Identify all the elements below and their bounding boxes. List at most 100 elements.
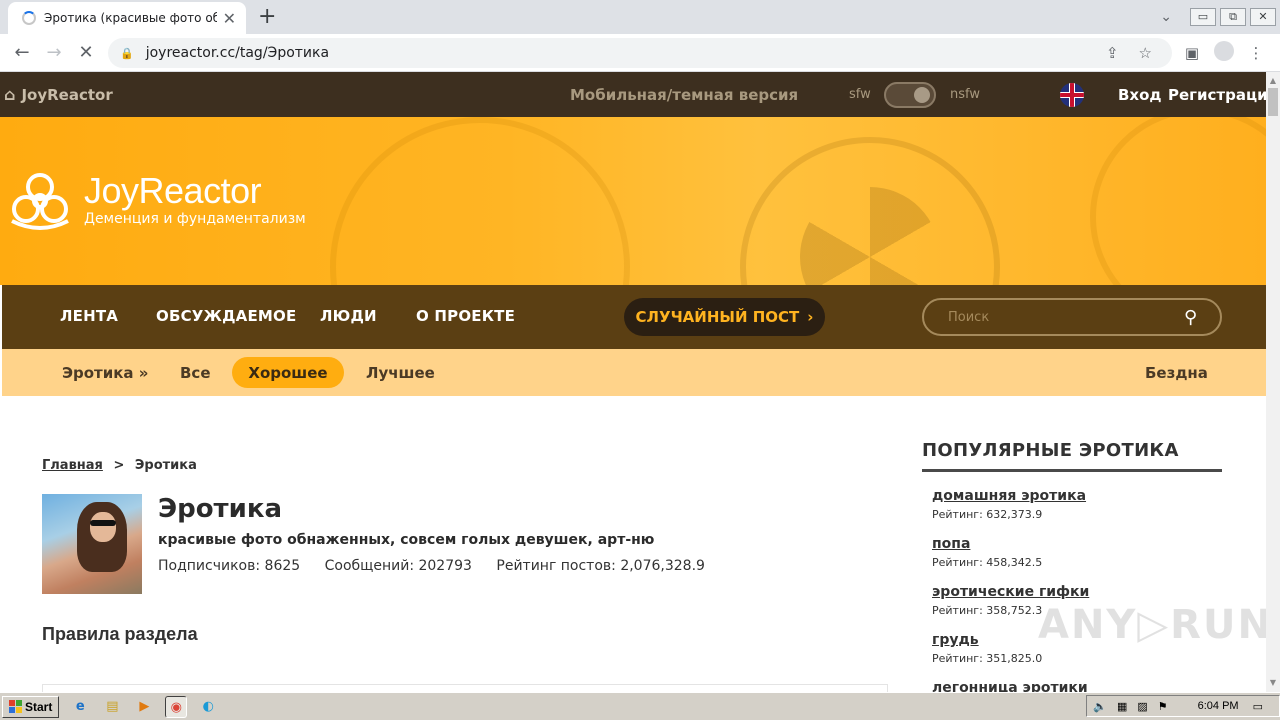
scroll-thumb[interactable] — [1268, 88, 1278, 116]
register-link[interactable]: Регистрация — [1168, 86, 1266, 104]
banner-decoration — [330, 117, 630, 285]
media-player-icon[interactable]: ▶ — [133, 696, 155, 718]
subnav-best[interactable]: Лучшее — [366, 364, 435, 382]
popular-tag-link[interactable]: эротические гифки — [932, 584, 1222, 600]
flag-icon[interactable]: ⚑ — [1158, 700, 1168, 713]
messages-count: Сообщений: 202793 — [324, 558, 472, 574]
popular-tag-rating: Рейтинг: 632,373.9 — [932, 508, 1043, 521]
tab-title: Эротика (красивые фото обнажен — [44, 11, 217, 25]
nav-discussed[interactable]: ОБСУЖДАЕМОЕ — [156, 307, 296, 325]
nav-people[interactable]: ЛЮДИ — [320, 307, 377, 325]
breadcrumb-home[interactable]: Главная — [42, 458, 103, 473]
subnav-tag[interactable]: Эротика » — [62, 364, 148, 382]
sidebar-title: ПОПУЛЯРНЫЕ ЭРОТИКА — [922, 440, 1222, 472]
rules-title: Правила раздела — [42, 624, 198, 644]
list-item: попа Рейтинг: 458,342.5 — [932, 536, 1222, 584]
start-label: Start — [25, 699, 53, 714]
rules-box — [42, 684, 888, 692]
nsfw-label: nsfw — [950, 87, 980, 102]
sfw-label: sfw — [849, 87, 871, 102]
volume-icon[interactable]: 🔈 — [1093, 700, 1107, 713]
system-tray: 🔈 ▦ ▨ ⚑ 6:04 PM ▭ — [1086, 695, 1280, 717]
side-panel-icon[interactable]: ▣ — [1176, 44, 1208, 62]
ie-icon[interactable]: e — [69, 696, 91, 718]
start-button[interactable]: Start — [2, 695, 60, 718]
tab-search-icon[interactable]: ⌄ — [1160, 9, 1172, 25]
nav-feed[interactable]: ЛЕНТА — [60, 307, 118, 325]
folder-icon[interactable]: ▤ — [101, 696, 123, 718]
forward-icon[interactable]: → — [38, 42, 70, 63]
search-box: ⚲ — [922, 298, 1222, 336]
clock: 6:04 PM — [1197, 700, 1239, 712]
url-field[interactable]: 🔒 joyreactor.cc/tag/Эротика ⇪ ☆ — [108, 38, 1172, 68]
popular-tag-link[interactable]: легонница эротики — [932, 680, 1222, 692]
popular-tag-rating: Рейтинг: 351,825.0 — [932, 652, 1043, 665]
edge-icon[interactable]: ◐ — [197, 696, 219, 718]
avatar-face-shape — [90, 512, 116, 542]
menu-kebab-icon[interactable]: ⋮ — [1240, 44, 1272, 62]
random-post-button[interactable]: СЛУЧАЙНЫЙ ПОСТ › — [624, 298, 825, 336]
chevron-right-icon: › — [807, 308, 814, 326]
close-window-icon[interactable]: ✕ — [1250, 8, 1276, 26]
subnav-all[interactable]: Все — [180, 364, 211, 382]
security-icon[interactable]: ▨ — [1137, 700, 1147, 713]
os-taskbar: Start e ▤ ▶ ◉ ◐ 🔈 ▦ ▨ ⚑ 6:04 PM ▭ — [0, 692, 1280, 720]
subscribers-count: Подписчиков: 8625 — [158, 558, 301, 574]
tag-avatar[interactable] — [42, 494, 142, 594]
bookmark-star-icon[interactable]: ☆ — [1139, 44, 1152, 62]
subnav-abyss[interactable]: Бездна — [1145, 364, 1208, 382]
popular-tag-rating: Рейтинг: 458,342.5 — [932, 556, 1043, 569]
tag-title: Эротика — [158, 494, 283, 524]
network-icon[interactable]: ▦ — [1117, 700, 1127, 713]
scroll-down-icon[interactable]: ▼ — [1266, 676, 1280, 690]
scroll-up-icon[interactable]: ▲ — [1266, 74, 1280, 88]
popular-tag-link[interactable]: домашняя эротика — [932, 488, 1222, 504]
uk-flag-icon[interactable] — [1060, 83, 1084, 107]
banner-decoration — [1090, 117, 1266, 285]
search-icon[interactable]: ⚲ — [1184, 307, 1220, 328]
tag-description: красивые фото обнаженных, совсем голых д… — [158, 532, 655, 548]
home-link[interactable]: ⌂ JoyReactor — [4, 85, 113, 104]
lock-icon[interactable]: 🔒 — [120, 47, 134, 60]
chrome-icon[interactable]: ◉ — [165, 695, 188, 718]
logo-subtitle: Деменция и фундаментализм — [84, 211, 306, 227]
toggle-knob — [914, 87, 930, 103]
search-input[interactable] — [948, 309, 1184, 325]
loading-spinner-icon — [22, 11, 36, 25]
popular-list: домашняя эротика Рейтинг: 632,373.9 попа… — [922, 488, 1222, 692]
new-tab-button[interactable]: + — [258, 4, 276, 29]
browser-tab[interactable]: Эротика (красивые фото обнажен ✕ — [8, 2, 246, 34]
site-topbar: ⌂ JoyReactor Мобильная/темная версия sfw… — [0, 72, 1266, 117]
browser-tab-strip: Эротика (красивые фото обнажен ✕ + ⌄ ▭ ⧉… — [0, 0, 1280, 34]
popular-sidebar: ПОПУЛЯРНЫЕ ЭРОТИКА домашняя эротика Рейт… — [922, 440, 1222, 692]
home-icon: ⌂ — [4, 85, 16, 104]
login-link[interactable]: Вход — [1118, 86, 1162, 104]
address-bar: ← → ✕ 🔒 joyreactor.cc/tag/Эротика ⇪ ☆ ▣ … — [0, 34, 1280, 72]
logo-title: JoyReactor — [84, 170, 262, 211]
breadcrumb: Главная > Эротика — [42, 458, 197, 473]
profile-icon[interactable] — [1208, 41, 1240, 65]
share-icon[interactable]: ⇪ — [1106, 44, 1119, 62]
popular-tag-link[interactable]: попа — [932, 536, 1222, 552]
mobile-version-link[interactable]: Мобильная/темная версия — [570, 86, 798, 104]
main-nav: ЛЕНТА ОБСУЖДАЕМОЕ ЛЮДИ О ПРОЕКТЕ СЛУЧАЙН… — [2, 285, 1266, 349]
list-item: легонница эротики — [932, 680, 1222, 692]
sfw-nsfw-toggle[interactable] — [884, 82, 936, 108]
anyrun-watermark: ANY▷RUN — [1038, 602, 1266, 648]
back-icon[interactable]: ← — [6, 42, 38, 63]
subnav-good[interactable]: Хорошее — [232, 357, 344, 388]
breadcrumb-separator: > — [113, 458, 125, 473]
site-banner: JoyReactor Деменция и фундаментализм — [0, 117, 1266, 285]
page-scrollbar[interactable]: ▲ ▼ — [1266, 72, 1280, 692]
site-logo[interactable]: JoyReactor Деменция и фундаментализм — [4, 165, 306, 233]
minimize-icon[interactable]: ▭ — [1190, 8, 1216, 26]
restore-icon[interactable]: ⧉ — [1220, 8, 1246, 26]
stop-loading-icon[interactable]: ✕ — [70, 42, 102, 63]
tab-close-icon[interactable]: ✕ — [223, 9, 236, 28]
url-text[interactable]: joyreactor.cc/tag/Эротика — [146, 45, 1106, 61]
tag-sub-nav: Эротика » Все Хорошее Лучшее Бездна — [2, 349, 1266, 396]
show-desktop-icon[interactable]: ▭ — [1253, 700, 1263, 713]
windows-logo-icon — [9, 700, 22, 713]
posts-rating: Рейтинг постов: 2,076,328.9 — [496, 558, 705, 574]
nav-about[interactable]: О ПРОЕКТЕ — [416, 307, 515, 325]
